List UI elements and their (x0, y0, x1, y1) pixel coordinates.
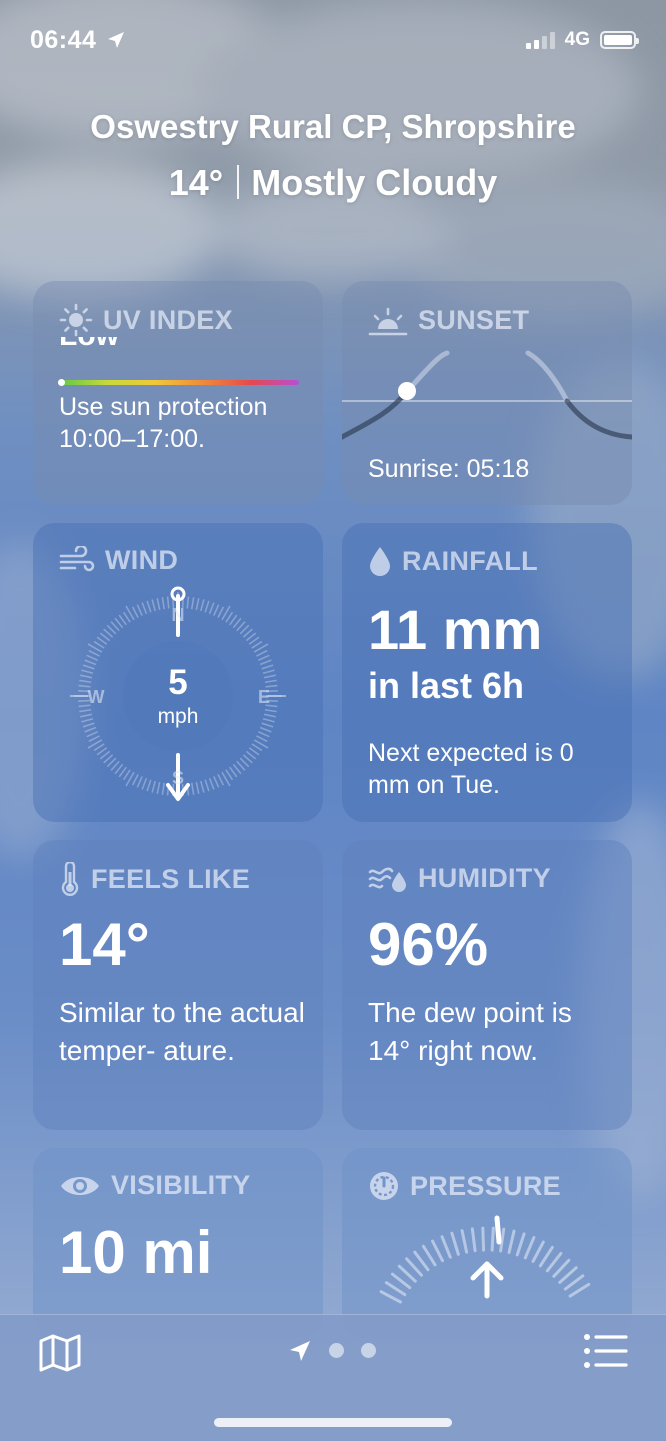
wind-speed-unit: mph (157, 705, 199, 728)
humidity-value: 96% (368, 911, 489, 978)
weather-header: Oswestry Rural CP, Shropshire 14° Mostly … (0, 108, 666, 204)
rainfall-card[interactable]: RAINFALL 11 mm in last 6h Next expected … (342, 523, 632, 822)
visibility-title: VISIBILITY (59, 1170, 251, 1201)
compass-south-label: S (172, 768, 184, 788)
current-temperature: 14° (168, 162, 224, 203)
feels-like-title: FEELS LIKE (59, 862, 250, 896)
feels-like-title-text: FEELS LIKE (91, 863, 251, 894)
uv-level-value: Low (59, 337, 119, 349)
pressure-card[interactable]: PRESSURE (342, 1148, 632, 1338)
sun-icon (59, 303, 93, 337)
rainfall-title-text: RAINFALL (402, 545, 538, 576)
uv-description: Use sun protection 10:00–17:00. (59, 393, 268, 453)
uv-level-text: Low (59, 337, 119, 349)
humidity-title: HUMIDITY (368, 862, 551, 894)
page-dot[interactable] (329, 1343, 344, 1358)
uv-index-title: UV INDEX (59, 303, 233, 337)
visibility-title-text: VISIBILITY (111, 1170, 251, 1200)
rainfall-title: RAINFALL (368, 545, 538, 577)
compass-north-label: N (172, 605, 185, 625)
current-conditions: 14° Mostly Cloudy (0, 162, 666, 204)
location-name: Oswestry Rural CP, Shropshire (90, 108, 576, 145)
rainfall-description: Next expected is 0 mm on Tue. (368, 739, 574, 799)
thermometer-icon (61, 862, 79, 896)
humidity-description: The dew point is 14° right now. (368, 997, 572, 1066)
divider (237, 165, 240, 199)
raindrop-icon (370, 547, 390, 576)
signal-strength-icon (525, 31, 555, 49)
sunrise-time: Sunrise: 05:18 (368, 455, 530, 483)
rainfall-period: in last 6h (368, 665, 525, 706)
wind-card[interactable]: WIND N S W E 5 mph (33, 523, 323, 822)
status-indicators: 4G (525, 28, 639, 52)
feels-like-value: 14° (59, 911, 150, 978)
pressure-gauge (379, 1215, 591, 1304)
humidity-title-text: HUMIDITY (418, 862, 551, 893)
feels-like-card[interactable]: FEELS LIKE 14° Similar to the actual tem… (33, 840, 323, 1130)
sun-position-marker (398, 382, 416, 400)
uv-index-card[interactable]: UV INDEX Low Use sun protection 10:00–17… (33, 281, 323, 505)
status-bar: 06:44 4G (0, 0, 666, 80)
uv-scale-indicator (58, 379, 65, 386)
wind-speed-value: 5 (168, 663, 188, 702)
visibility-card[interactable]: VISIBILITY 10 mi (33, 1148, 323, 1338)
uv-title-text: UV INDEX (103, 304, 233, 335)
sunset-card[interactable]: SUNSET Sunrise: 05:18 (342, 281, 632, 505)
page-dot[interactable] (361, 1343, 376, 1358)
battery-icon (600, 31, 639, 49)
eye-icon (61, 1176, 99, 1195)
humidity-icon (368, 867, 406, 892)
time-text: 06:44 (30, 26, 97, 54)
network-type: 4G (564, 29, 590, 50)
map-icon[interactable] (38, 1333, 82, 1373)
rainfall-amount: 11 mm (368, 598, 543, 661)
visibility-value: 10 mi (59, 1219, 213, 1286)
location-services-icon (107, 32, 124, 48)
feels-like-description: Similar to the actual temper- ature. (59, 997, 305, 1066)
humidity-card[interactable]: HUMIDITY 96% The dew point is 14° right … (342, 840, 632, 1130)
status-time: 06:44 (30, 26, 126, 55)
uv-scale-bar (59, 380, 299, 385)
list-icon[interactable] (583, 1333, 629, 1369)
current-condition: Mostly Cloudy (251, 162, 498, 203)
location-arrow-icon[interactable] (288, 1339, 312, 1363)
home-indicator (214, 1418, 452, 1427)
